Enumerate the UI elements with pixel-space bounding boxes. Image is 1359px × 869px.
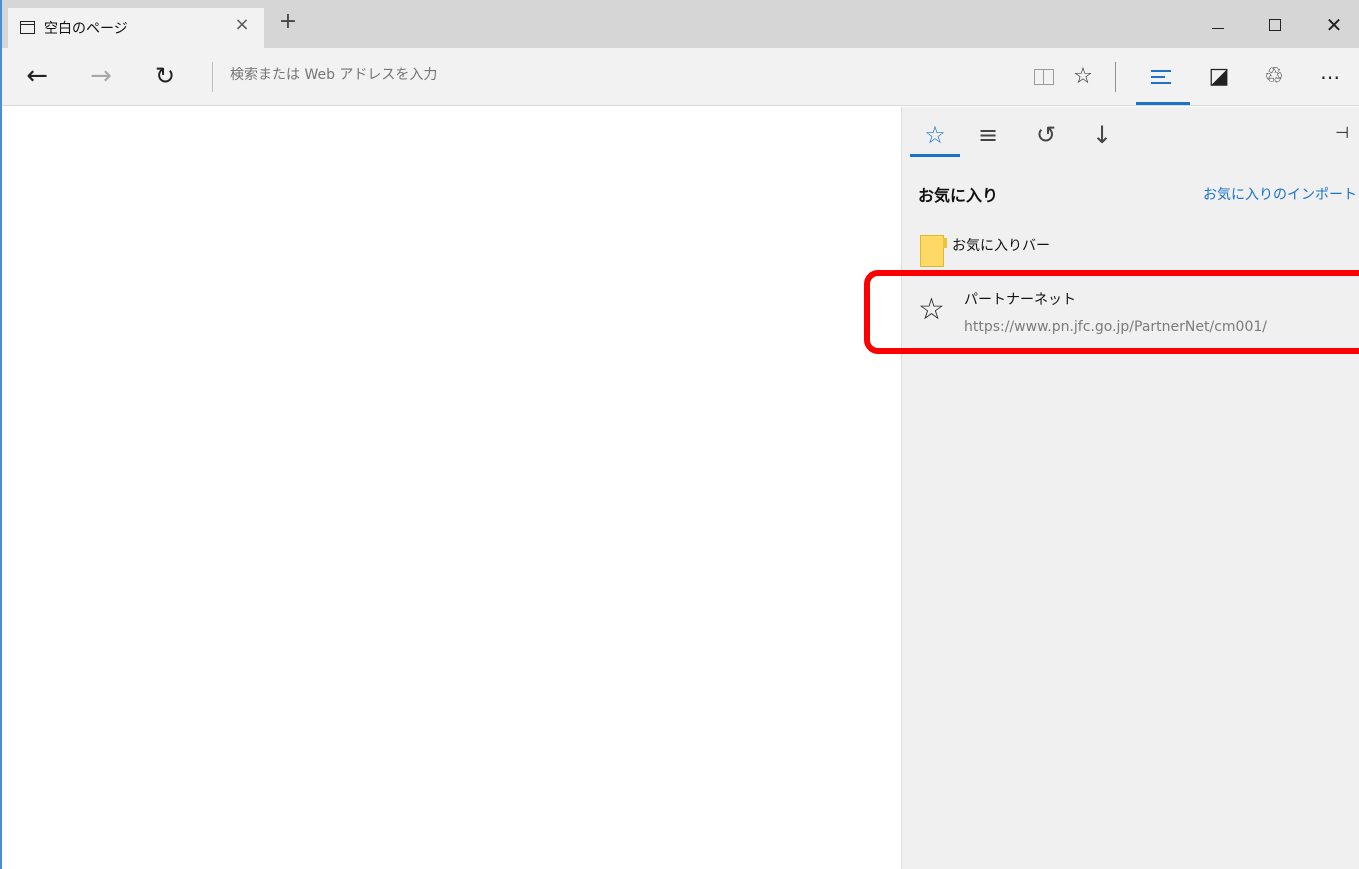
favorite-name: パートナーネット xyxy=(964,292,1076,308)
hub-pane: ☆ ≡ ↺ ↓ ⊣ お気に入り お気に入りのインポート お気に入りバー ☆ パー… xyxy=(901,107,1359,869)
star-icon: ☆ xyxy=(918,292,945,327)
downloads-icon[interactable]: ↓ xyxy=(1080,117,1124,157)
tab-title: 空白のページ xyxy=(44,21,128,37)
pane-title: お気に入り xyxy=(918,186,999,205)
maximize-icon xyxy=(1269,19,1281,31)
address-divider xyxy=(212,62,213,92)
tab-strip: 空白のページ × + ✕ xyxy=(2,0,1359,48)
share-icon[interactable]: ♲ xyxy=(1259,62,1289,92)
maximize-button[interactable] xyxy=(1255,14,1295,38)
back-arrow-icon[interactable]: ← xyxy=(20,60,54,94)
minimize-button[interactable] xyxy=(1198,14,1238,38)
forward-arrow-icon[interactable]: → xyxy=(84,60,118,94)
web-note-icon[interactable]: ◪ xyxy=(1204,62,1234,92)
new-tab-icon[interactable]: + xyxy=(276,10,300,34)
favorites-bar-folder[interactable]: お気に入りバー xyxy=(918,233,1318,269)
favorite-url: https://www.pn.jfc.go.jp/PartnerNet/cm00… xyxy=(964,319,1267,335)
folder-icon xyxy=(920,235,947,267)
tab-close-icon[interactable]: × xyxy=(230,14,254,35)
toolbar-divider xyxy=(1115,62,1116,92)
tab-blank-page[interactable]: 空白のページ × xyxy=(8,8,264,48)
import-favorites-link[interactable]: お気に入りのインポート xyxy=(1203,184,1357,204)
page-icon xyxy=(20,21,35,34)
folder-label: お気に入りバー xyxy=(952,238,1050,254)
toolbar: ← → ↻ ☆ ◪ ♲ ⋯ xyxy=(2,48,1359,106)
hub-icon[interactable] xyxy=(1146,62,1176,92)
reading-view-icon[interactable] xyxy=(1029,62,1059,92)
browser-window: 空白のページ × + ✕ ← → ↻ ☆ ◪ ♲ ⋯ ☆ ≡ ↺ ↓ ⊣ お気に… xyxy=(0,0,1359,869)
pin-icon[interactable]: ⊣ xyxy=(1335,123,1349,142)
address-input[interactable] xyxy=(230,67,930,83)
hub-active-indicator xyxy=(1136,102,1190,105)
history-icon[interactable]: ↺ xyxy=(1024,117,1068,157)
close-window-button[interactable]: ✕ xyxy=(1314,14,1354,38)
refresh-icon[interactable]: ↻ xyxy=(148,60,182,94)
favorite-item[interactable]: ☆ パートナーネット https://www.pn.jfc.go.jp/Part… xyxy=(918,289,1348,345)
reading-list-icon[interactable]: ≡ xyxy=(966,117,1010,157)
minimize-icon xyxy=(1212,28,1224,29)
more-icon[interactable]: ⋯ xyxy=(1315,62,1345,92)
favorites-star-icon[interactable]: ☆ xyxy=(910,117,960,157)
add-favorite-star-icon[interactable]: ☆ xyxy=(1068,62,1098,92)
